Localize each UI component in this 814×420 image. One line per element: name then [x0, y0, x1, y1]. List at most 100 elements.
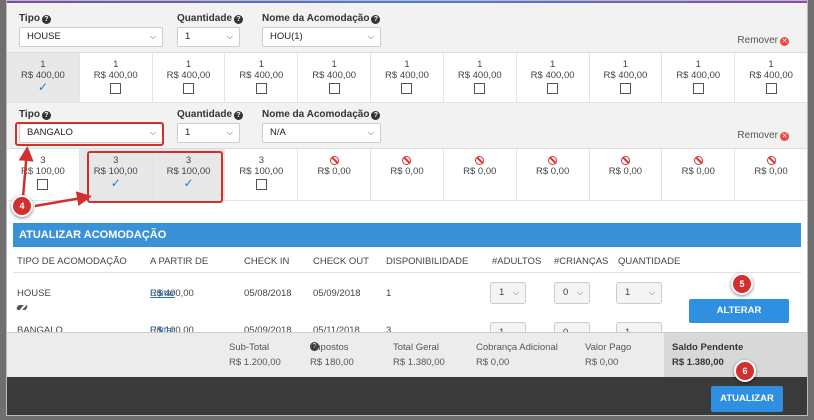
chevron-down-icon: ⌵	[576, 288, 583, 297]
date-checkbox[interactable]	[328, 83, 340, 94]
tipo-label: Tipo?	[19, 109, 51, 120]
tipo-select[interactable]: HOUSE ⌵	[19, 27, 163, 47]
pago-value: R$ 0,00	[585, 357, 619, 368]
table-row: HOUSE R$ 400,00 Editar 05/08/2018 05/09/…	[13, 273, 801, 313]
totals-summary: Sub-Total R$ 1.200,00 ? Impostos R$ 180,0…	[7, 332, 807, 378]
nome-label: Nome da Acomodação?	[262, 13, 381, 24]
date-cell[interactable]: 1 R$ 400,00	[517, 53, 590, 102]
col-quantidade: QUANTIDADE	[618, 256, 681, 267]
date-cell[interactable]: R$ 0,00	[371, 149, 444, 200]
quantidade-label: Quantidade?	[177, 109, 244, 120]
date-price: R$ 0,00	[754, 166, 788, 177]
remove-icon: ✕	[780, 37, 789, 46]
date-checkbox[interactable]	[255, 179, 267, 190]
date-checkbox[interactable]	[474, 83, 486, 94]
chevron-down-icon: ⌵	[226, 32, 233, 41]
availability-count: 1	[768, 59, 774, 70]
nome-label: Nome da Acomodação?	[262, 109, 381, 120]
date-cell[interactable]: 1 R$ 400,00	[153, 53, 226, 102]
unavailable-icon	[402, 156, 412, 165]
date-price: R$ 400,00	[676, 70, 721, 81]
col-checkout: CHECK OUT	[313, 256, 369, 267]
date-cell[interactable]: R$ 0,00	[517, 149, 590, 200]
date-price: R$ 400,00	[93, 70, 138, 81]
date-checkbox[interactable]	[183, 83, 195, 94]
date-cell[interactable]: 1 R$ 400,00	[371, 53, 444, 102]
booking-panel: Tipo? HOUSE ⌵ Quantidade? 1 ⌵ Nome da Acom…	[6, 0, 808, 416]
date-price: R$ 400,00	[603, 70, 648, 81]
unavailable-icon	[475, 156, 485, 165]
date-cell[interactable]: R$ 0,00	[662, 149, 736, 200]
row-checkout: 05/09/2018	[313, 288, 361, 299]
editar-link[interactable]: Editar	[150, 288, 175, 299]
chevron-down-icon: ⌵	[367, 32, 374, 41]
alterar-button[interactable]: ALTERAR	[689, 299, 789, 323]
remover-button[interactable]: Remover ✕	[737, 35, 789, 46]
remove-icon: ✕	[780, 132, 789, 141]
date-cell[interactable]: 3 R$ 100,00	[225, 149, 299, 200]
availability-count: 1	[549, 59, 556, 70]
date-checkbox[interactable]	[692, 83, 704, 94]
date-checkbox[interactable]	[401, 83, 413, 94]
chevron-down-icon: ⌵	[226, 128, 233, 137]
highlight-selected-dates	[87, 151, 223, 203]
subtotal-label: Sub-Total	[229, 342, 270, 353]
chevron-down-icon: ⌵	[648, 288, 655, 297]
atualizar-button[interactable]: ATUALIZAR	[711, 386, 783, 412]
unavailable-icon	[693, 156, 703, 165]
cobranca-label: Cobrança Adicional	[476, 342, 558, 353]
criancas-select[interactable]: 0 ⌵	[554, 282, 590, 304]
date-cell[interactable]: R$ 0,00	[735, 149, 807, 200]
date-cell[interactable]: 1 R$ 400,00	[444, 53, 517, 102]
help-icon: ?	[41, 15, 51, 24]
chevron-down-icon: ⌵	[512, 288, 519, 297]
help-icon: ?	[41, 111, 51, 120]
date-cell[interactable]: 3 R$ 100,00	[7, 149, 80, 200]
footer-bar: ATUALIZAR	[7, 377, 807, 415]
unavailable-icon	[766, 156, 776, 165]
date-cell[interactable]: R$ 0,00	[444, 149, 517, 200]
quantidade-select[interactable]: 1 ⌵	[177, 123, 240, 143]
availability-count: 3	[258, 155, 264, 166]
date-cell[interactable]: 1 R$ 400,00	[225, 53, 299, 102]
date-checkbox[interactable]	[110, 83, 122, 94]
remover-button[interactable]: Remover ✕	[737, 130, 789, 141]
date-price: R$ 0,00	[535, 166, 570, 177]
nome-select[interactable]: HOU(1) ⌵	[262, 27, 381, 47]
date-price: R$ 400,00	[457, 70, 502, 81]
unavailable-icon	[620, 156, 630, 165]
adultos-select[interactable]: 1 ⌵	[490, 282, 526, 304]
nome-select[interactable]: N/A ⌵	[262, 123, 381, 143]
date-cell[interactable]: R$ 0,00	[298, 149, 372, 200]
date-checkbox[interactable]	[619, 83, 631, 94]
availability-count: 3	[40, 155, 46, 166]
date-cell[interactable]: R$ 0,00	[590, 149, 663, 200]
unavailable-icon	[329, 156, 339, 165]
date-cell[interactable]: 1 R$ 400,00	[80, 53, 153, 102]
date-price: R$ 100,00	[20, 166, 65, 177]
date-checkbox[interactable]	[37, 179, 49, 190]
help-icon: ?	[234, 15, 244, 24]
date-cell[interactable]: 1 R$ 400,00	[735, 53, 807, 102]
quantidade-select[interactable]: 1 ⌵	[177, 27, 240, 47]
room-1-date-grid: 1 R$ 400,00 ✓ 1 R$ 400,00 1 R$ 400,00 1 R$ 400,0…	[7, 53, 807, 103]
date-cell[interactable]: 1 R$ 400,00	[590, 53, 663, 102]
date-checkbox[interactable]	[765, 83, 777, 94]
quantidade-row-select[interactable]: 1 ⌵	[616, 282, 662, 304]
date-price: R$ 0,00	[390, 166, 424, 177]
availability-count: 1	[40, 59, 46, 70]
date-price: R$ 400,00	[312, 70, 357, 81]
date-price: R$ 0,00	[463, 166, 497, 177]
date-checkbox[interactable]	[255, 83, 267, 94]
date-cell[interactable]: 1 R$ 400,00 ✓	[7, 53, 80, 102]
total-label: Total Geral	[393, 342, 439, 353]
date-checkbox[interactable]	[547, 83, 559, 94]
date-cell[interactable]: 1 R$ 400,00	[298, 53, 372, 102]
date-cell[interactable]: 1 R$ 400,00	[662, 53, 736, 102]
date-price: R$ 400,00	[530, 70, 575, 81]
col-checkin: CHECK IN	[244, 256, 290, 267]
date-price: R$ 400,00	[749, 70, 793, 81]
help-icon: ?	[371, 111, 381, 120]
check-icon[interactable]: ✓	[7, 81, 79, 94]
table-row: BANGALO R$ 100,00 Editar 05/09/2018 05/1…	[13, 313, 801, 333]
